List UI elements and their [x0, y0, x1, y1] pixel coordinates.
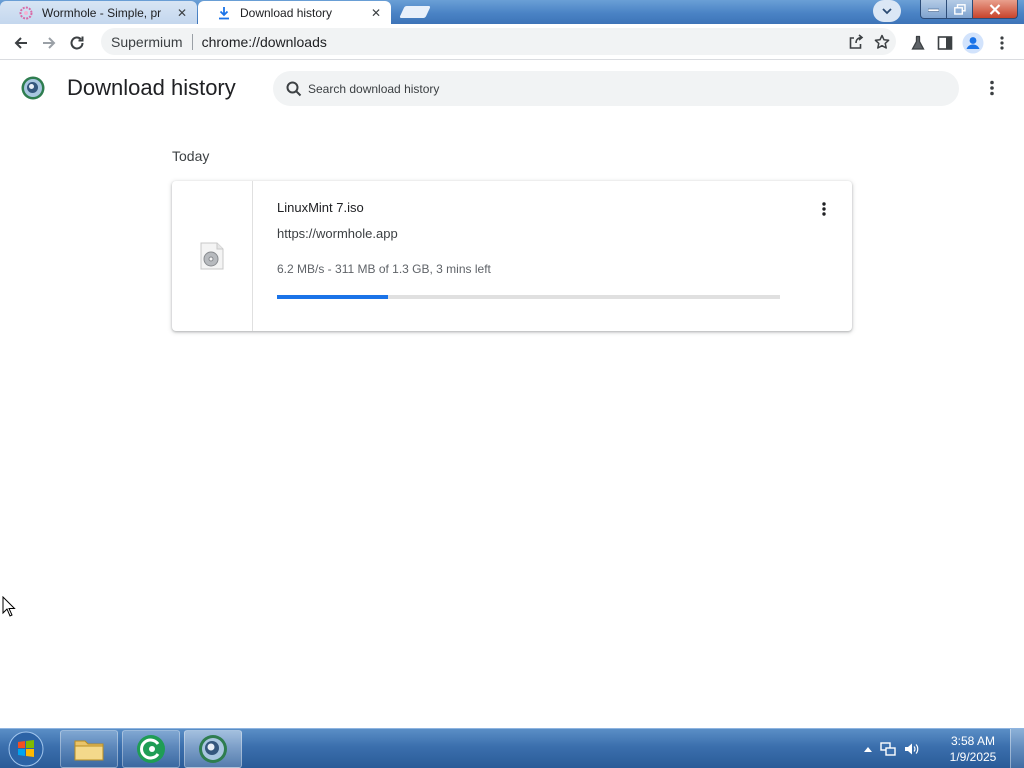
- chevron-down-icon: [882, 8, 892, 15]
- wormhole-app-icon: [137, 735, 165, 763]
- disc-image-file-icon: [200, 242, 224, 270]
- tray-chevron-up-icon[interactable]: [864, 746, 872, 752]
- tab-label: Wormhole - Simple, pr: [42, 5, 162, 20]
- system-tray: [864, 729, 920, 768]
- site-chip: Supermium: [111, 33, 183, 50]
- profile-avatar-icon[interactable]: [960, 30, 986, 56]
- search-placeholder: Search download history: [308, 81, 440, 96]
- download-source-url[interactable]: https://wormhole.app: [277, 226, 398, 241]
- taskbar-wormhole-button[interactable]: [122, 730, 180, 768]
- supermium-logo-icon: [21, 76, 45, 100]
- download-progress-bar: [277, 295, 780, 299]
- minimize-button[interactable]: [920, 0, 947, 19]
- download-more-actions-icon[interactable]: [815, 199, 833, 219]
- download-icon: [216, 5, 232, 21]
- reload-button[interactable]: [64, 30, 90, 56]
- download-progress-fill: [277, 295, 388, 299]
- browser-menu-icon[interactable]: [989, 30, 1015, 56]
- flask-icon[interactable]: [905, 30, 931, 56]
- taskbar: 3:58 AM 1/9/2025: [0, 728, 1024, 768]
- clock-date: 1/9/2025: [949, 750, 997, 764]
- system-clock[interactable]: 3:58 AM 1/9/2025: [940, 733, 1006, 765]
- download-filename[interactable]: LinuxMint 7.iso: [277, 200, 364, 215]
- page-menu-icon[interactable]: [982, 78, 1002, 98]
- search-input[interactable]: Search download history: [273, 71, 959, 106]
- omnibox-divider: [191, 33, 193, 50]
- window-close-button[interactable]: [972, 0, 1018, 19]
- taskbar-supermium-button[interactable]: [184, 730, 242, 768]
- restore-button[interactable]: [946, 0, 973, 19]
- tab-label: Download history: [240, 5, 333, 20]
- wormhole-favicon-icon: [18, 5, 34, 21]
- page-title: Download history: [67, 75, 236, 100]
- browser-toolbar: Supermium chrome://downloads: [0, 24, 1024, 60]
- show-desktop-button[interactable]: [1010, 729, 1024, 768]
- file-icon-column: [172, 181, 253, 331]
- supermium-icon: [199, 735, 227, 763]
- download-status: 6.2 MB/s - 311 MB of 1.3 GB, 3 mins left: [277, 262, 491, 276]
- tab-close-icon[interactable]: ✕: [368, 5, 384, 21]
- back-button[interactable]: [8, 30, 34, 56]
- share-icon[interactable]: [844, 30, 868, 54]
- address-bar[interactable]: Supermium chrome://downloads: [101, 28, 896, 55]
- tab-close-icon[interactable]: ✕: [174, 5, 190, 21]
- reload-icon: [70, 36, 84, 50]
- folder-icon: [74, 740, 104, 761]
- clock-time: 3:58 AM: [950, 734, 996, 748]
- start-button[interactable]: [6, 730, 46, 768]
- download-item: LinuxMint 7.iso https://wormhole.app 6.2…: [172, 181, 852, 331]
- windows-start-icon: [8, 731, 44, 767]
- search-icon: [284, 79, 304, 99]
- back-arrow-icon: [14, 37, 27, 49]
- url-text[interactable]: chrome://downloads: [202, 34, 844, 50]
- tab-search-button[interactable]: [873, 0, 901, 22]
- side-panel-icon[interactable]: [932, 30, 958, 56]
- forward-button[interactable]: [36, 30, 62, 56]
- volume-icon[interactable]: [904, 742, 920, 756]
- mouse-cursor-icon: [2, 595, 16, 618]
- network-icon[interactable]: [880, 742, 896, 756]
- date-section-label: Today: [172, 148, 210, 164]
- forward-arrow-icon: [43, 37, 56, 49]
- tab-strip: Wormhole - Simple, pr ✕ Download history…: [0, 0, 1024, 24]
- new-tab-button[interactable]: [399, 6, 431, 18]
- tab-wormhole[interactable]: Wormhole - Simple, pr ✕: [0, 1, 197, 24]
- taskbar-explorer-button[interactable]: [60, 730, 118, 768]
- tab-download-history[interactable]: Download history ✕: [198, 1, 391, 24]
- bookmark-star-icon[interactable]: [870, 30, 894, 54]
